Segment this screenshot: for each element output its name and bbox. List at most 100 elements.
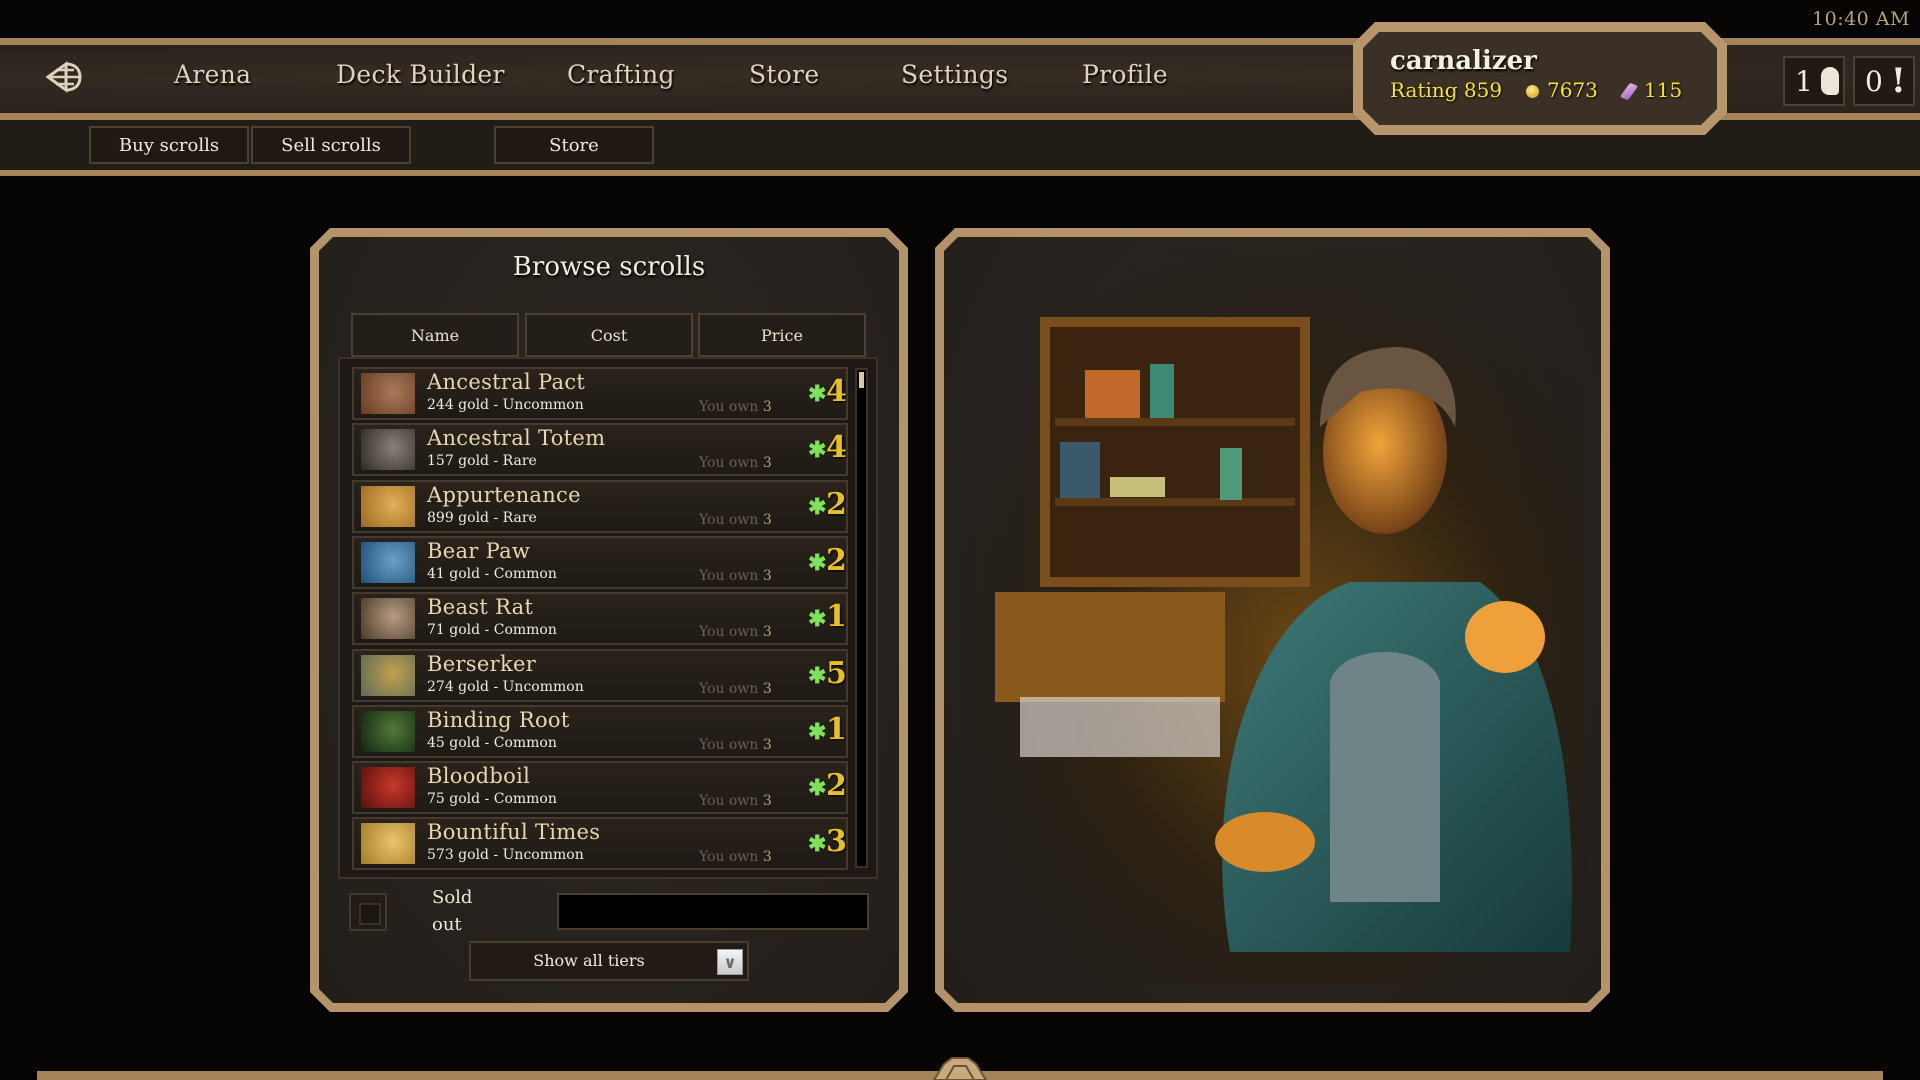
- nav-deck-builder[interactable]: Deck Builder: [336, 60, 505, 89]
- own-label: You own: [699, 793, 759, 810]
- owned-count: You own 3: [699, 737, 772, 753]
- rating: Rating 859: [1390, 78, 1503, 102]
- nav-profile[interactable]: Profile: [1082, 60, 1168, 89]
- card-thumbnail: [361, 598, 415, 640]
- friends-count: 1: [1795, 64, 1813, 98]
- nav-settings[interactable]: Settings: [901, 60, 1008, 89]
- card-name: Ancestral Pact: [427, 370, 586, 394]
- shard-star-icon: ✱: [808, 775, 827, 802]
- card-detail: 41 gold - Common: [427, 565, 557, 582]
- friend-head-icon: [1820, 67, 1839, 95]
- price-value: 4: [826, 430, 847, 466]
- price-value: 1: [826, 711, 847, 747]
- own-label: You own: [699, 511, 759, 528]
- column-cost[interactable]: Cost: [525, 313, 693, 357]
- sold-out-checkbox[interactable]: [349, 893, 387, 931]
- card-name: Ancestral Totem: [427, 426, 606, 451]
- owned-count: You own 3: [699, 681, 772, 697]
- tier-select[interactable]: Show all tiers ∨: [469, 941, 749, 981]
- card-thumbnail: [361, 373, 415, 414]
- list-item[interactable]: Berserker 274 gold - Uncommon You own 3 ✱ 5: [352, 648, 848, 702]
- card-name: Bountiful Times: [427, 820, 601, 845]
- card-name: Berserker: [427, 651, 537, 676]
- card-thumbnail: [361, 823, 415, 865]
- own-label: You own: [699, 849, 759, 866]
- shard-star-icon: ✱: [808, 831, 827, 858]
- own-value: 3: [762, 849, 772, 866]
- own-value: 3: [762, 736, 772, 753]
- owned-count: You own 3: [699, 455, 772, 471]
- card-thumbnail: [361, 654, 415, 696]
- own-label: You own: [699, 680, 759, 697]
- own-label: You own: [699, 736, 759, 753]
- search-input[interactable]: [557, 893, 869, 930]
- card-detail: 244 gold - Uncommon: [427, 397, 584, 413]
- card-name: Appurtenance: [427, 482, 581, 507]
- list-item[interactable]: Beast Rat 71 gold - Common You own 3 ✱ 1: [352, 592, 848, 646]
- price-value: 2: [826, 768, 847, 804]
- owned-count: You own 3: [699, 568, 772, 584]
- card-thumbnail: [361, 710, 415, 752]
- list-item[interactable]: Binding Root 45 gold - Common You own 3 ✱ 1: [352, 704, 848, 758]
- list-item[interactable]: Bear Paw 41 gold - Common You own 3 ✱ 2: [352, 535, 848, 589]
- card-name: Binding Root: [427, 707, 570, 732]
- price-value: 1: [826, 599, 847, 635]
- price-value: 4: [826, 374, 847, 409]
- list-item[interactable]: Bloodboil 75 gold - Common You own 3 ✱ 2: [352, 761, 848, 815]
- shard-amount: 115: [1644, 78, 1683, 102]
- alerts-notification[interactable]: 0 !: [1853, 56, 1915, 106]
- nav-arena[interactable]: Arena: [174, 60, 251, 89]
- shard-star-icon: ✱: [808, 549, 827, 576]
- nav-store[interactable]: Store: [749, 60, 819, 89]
- shard-star-icon: ✱: [808, 437, 827, 464]
- shard-star-icon: ✱: [808, 493, 827, 520]
- browse-title: Browse scrolls: [512, 252, 706, 282]
- list-item[interactable]: Ancestral Totem 157 gold - Rare You own 3 ✱…: [352, 423, 848, 477]
- gold-amount: 7673: [1547, 78, 1598, 102]
- list-item[interactable]: Appurtenance 899 gold - Rare You own 3 ✱ 2: [352, 479, 848, 533]
- card-thumbnail: [361, 485, 415, 527]
- sell-scrolls-button[interactable]: Sell scrolls: [251, 126, 411, 164]
- buy-scrolls-button[interactable]: Buy scrolls: [89, 126, 249, 164]
- list-item[interactable]: Bountiful Times 573 gold - Uncommon You ow…: [352, 817, 848, 871]
- price-value: 3: [826, 824, 847, 860]
- sold-out-label: Sold out: [432, 887, 473, 935]
- own-label: You own: [699, 399, 759, 415]
- tier-select-value: Show all tiers: [533, 951, 645, 970]
- scrollbar[interactable]: [855, 368, 868, 868]
- shard-star-icon: ✱: [808, 662, 827, 689]
- own-value: 3: [762, 624, 772, 641]
- owned-count: You own 3: [699, 399, 772, 415]
- column-price[interactable]: Price: [698, 313, 866, 357]
- price-value: 2: [826, 486, 847, 522]
- shard-star-icon: ✱: [808, 381, 827, 407]
- owned-count: You own 3: [699, 849, 772, 865]
- owned-count: You own 3: [699, 512, 772, 528]
- gold-balance: 7673: [1526, 78, 1598, 102]
- card-detail: 157 gold - Rare: [427, 453, 537, 470]
- list-item[interactable]: Ancestral Pact 244 gold - Uncommon You own…: [352, 367, 848, 420]
- own-value: 3: [762, 567, 772, 584]
- card-detail: 75 gold - Common: [427, 791, 557, 808]
- nav-crafting[interactable]: Crafting: [567, 60, 675, 89]
- gold-coin-icon: [1526, 85, 1539, 98]
- own-value: 3: [762, 511, 772, 528]
- column-name[interactable]: Name: [351, 313, 519, 357]
- price-value: 2: [826, 542, 847, 578]
- card-detail: 71 gold - Common: [427, 622, 557, 639]
- scrollbar-thumb[interactable]: [859, 372, 864, 388]
- own-value: 3: [762, 399, 772, 415]
- shard-star-icon: ✱: [808, 606, 827, 633]
- card-name: Beast Rat: [427, 595, 534, 620]
- own-label: You own: [699, 567, 759, 584]
- store-button[interactable]: Store: [494, 126, 654, 164]
- alerts-count: 0: [1865, 64, 1883, 98]
- own-label: You own: [699, 455, 759, 472]
- friends-notification[interactable]: 1: [1783, 56, 1845, 106]
- bottom-ornament-icon: [932, 1057, 988, 1080]
- card-name: Bloodboil: [427, 764, 531, 789]
- card-detail: 45 gold - Common: [427, 734, 557, 751]
- chevron-down-icon[interactable]: ∨: [717, 949, 743, 975]
- own-label: You own: [699, 624, 759, 641]
- back-arrow-icon[interactable]: [44, 60, 84, 94]
